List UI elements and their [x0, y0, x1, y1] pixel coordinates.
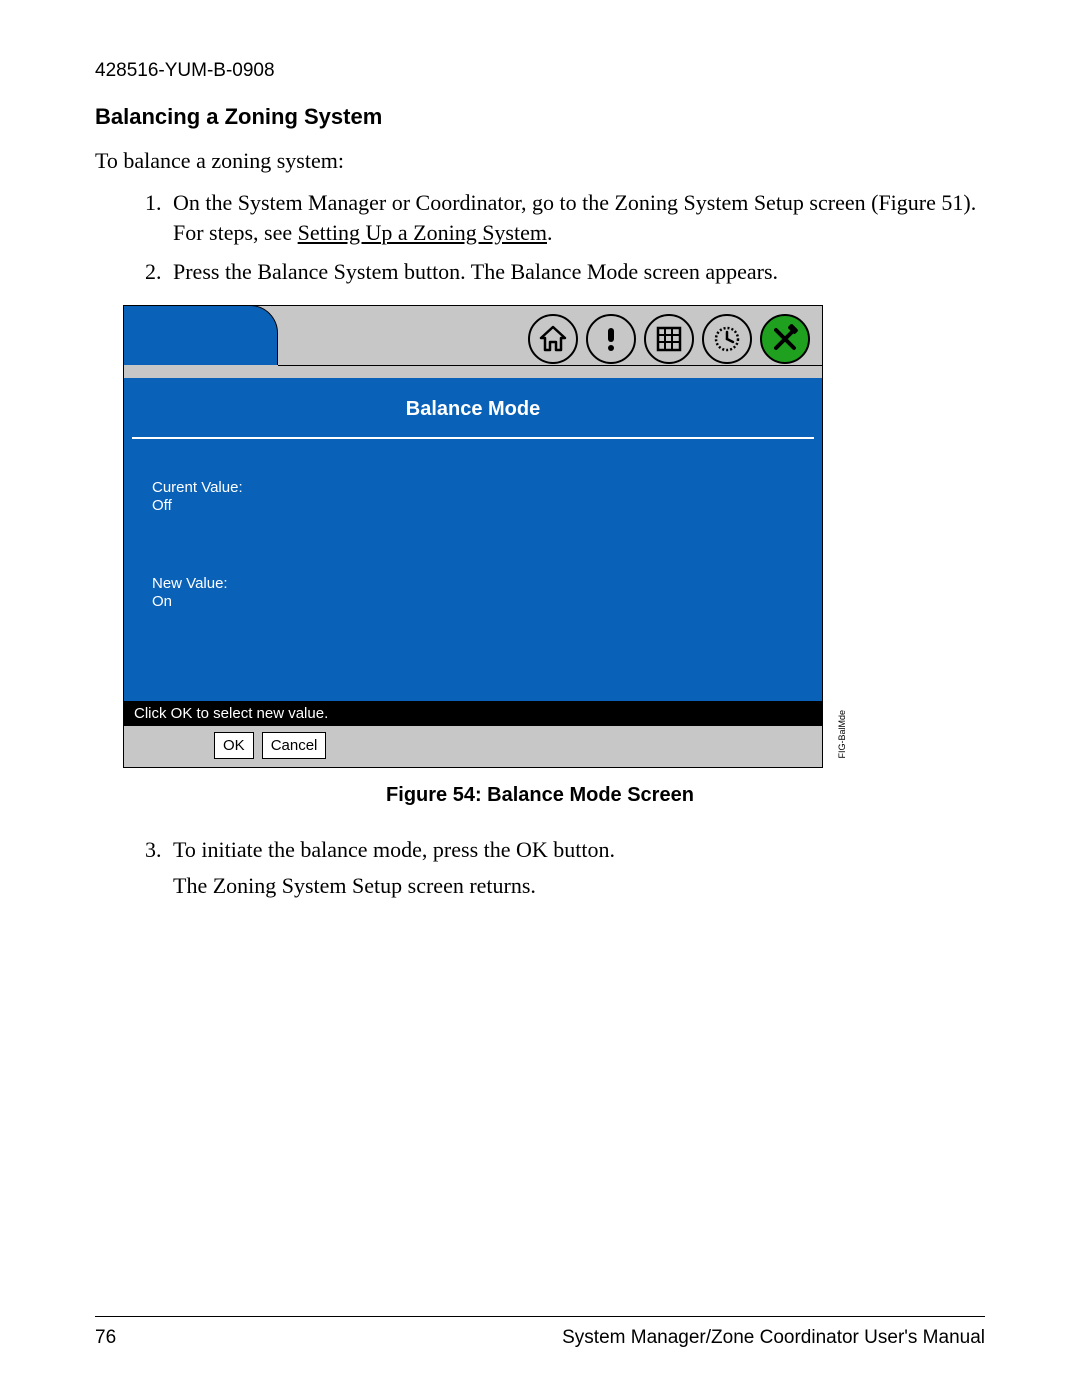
new-value-label: New Value:: [152, 575, 794, 593]
new-value: On: [152, 593, 794, 611]
device-body: Balance Mode Curent Value: Off New Value…: [124, 378, 822, 701]
device-topbar: [124, 306, 822, 378]
figure-caption: Figure 54: Balance Mode Screen: [95, 784, 985, 807]
step-3: To initiate the balance mode, press the …: [167, 835, 985, 900]
section-heading: Balancing a Zoning System: [95, 104, 985, 130]
page-footer: 76 System Manager/Zone Coordinator User'…: [95, 1316, 985, 1349]
current-value-block: Curent Value: Off: [152, 479, 794, 515]
figure-side-label: FIG-BalMde: [837, 710, 847, 759]
current-value: Off: [152, 497, 794, 515]
step-2: Press the Balance System button. The Bal…: [167, 257, 985, 287]
device-tab[interactable]: [123, 305, 278, 365]
step-1: On the System Manager or Coordinator, go…: [167, 188, 985, 247]
step-1-text-a: On the System Manager or Coordinator, go…: [173, 190, 976, 245]
screen-title: Balance Mode: [124, 378, 822, 437]
current-value-label: Curent Value:: [152, 479, 794, 497]
step-3-text: To initiate the balance mode, press the …: [173, 837, 615, 862]
document-id: 428516-YUM-B-0908: [95, 60, 985, 82]
device-top-divider: [278, 365, 822, 366]
cancel-button[interactable]: Cancel: [262, 732, 327, 759]
device-toolbar: [528, 314, 810, 364]
step-3-follow: The Zoning System Setup screen returns.: [173, 871, 985, 901]
step-1-text-b: .: [547, 220, 553, 245]
balance-mode-screen: Balance Mode Curent Value: Off New Value…: [123, 305, 823, 768]
ok-button[interactable]: OK: [214, 732, 254, 759]
link-setting-up-zoning[interactable]: Setting Up a Zoning System: [298, 220, 547, 245]
new-value-block: New Value: On: [152, 575, 794, 611]
alert-icon[interactable]: [586, 314, 636, 364]
tools-icon[interactable]: [760, 314, 810, 364]
figure-54: Balance Mode Curent Value: Off New Value…: [123, 305, 833, 768]
schedule-icon[interactable]: [702, 314, 752, 364]
screen-hint: Click OK to select new value.: [124, 701, 822, 726]
manual-title: System Manager/Zone Coordinator User's M…: [562, 1327, 985, 1349]
home-icon[interactable]: [528, 314, 578, 364]
button-row: OK Cancel: [124, 726, 822, 767]
intro-text: To balance a zoning system:: [95, 148, 985, 174]
screen-content: Curent Value: Off New Value: On: [124, 439, 822, 701]
page-number: 76: [95, 1327, 116, 1349]
keypad-icon[interactable]: [644, 314, 694, 364]
